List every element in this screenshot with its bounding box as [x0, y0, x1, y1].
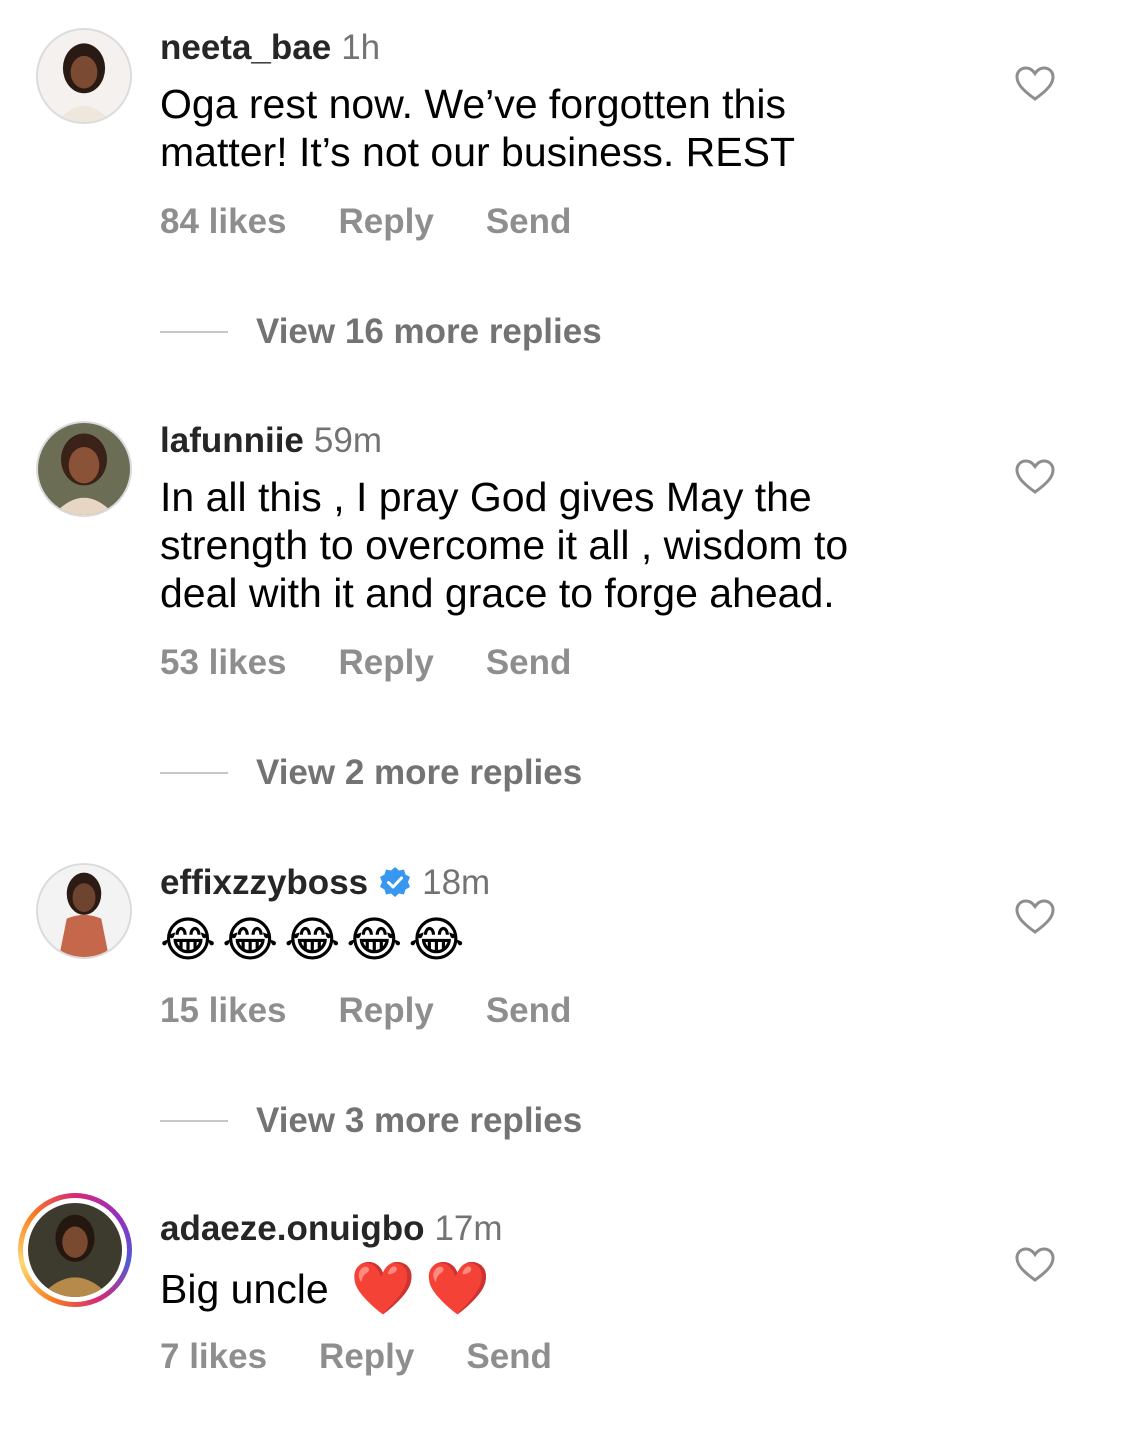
heart-outline-icon[interactable] [1015, 1247, 1055, 1283]
avatar[interactable] [36, 863, 132, 959]
send-button[interactable]: Send [486, 643, 572, 683]
reply-button[interactable]: Reply [319, 1337, 414, 1377]
comments-list: neeta_bae 1h Oga rest now. We’ve forgott… [0, 0, 1125, 1451]
comment-text: Big uncle ❤️ ❤️ [160, 1261, 1020, 1317]
laughing-emoji: 😂 [160, 914, 217, 967]
view-replies-button[interactable]: View 2 more replies [160, 753, 582, 793]
replies-divider [160, 772, 228, 774]
comment-text-line: Oga rest now. We’ve forgotten this [160, 81, 786, 127]
likes-count[interactable]: 15 likes [160, 991, 287, 1031]
timestamp: 18m [422, 863, 491, 902]
comment-text: Oga rest now. We’ve forgotten this matte… [160, 80, 1020, 176]
comment-text-body: Big uncle [160, 1266, 329, 1312]
view-replies-label: View 2 more replies [256, 753, 583, 792]
red-heart-emoji: ❤️ [350, 1260, 416, 1318]
comment-text: 😂 😂 😂 😂 😂 [160, 913, 1020, 969]
likes-count[interactable]: 7 likes [160, 1337, 267, 1377]
comment-actions: 84 likes Reply Send [160, 202, 571, 242]
verified-badge-icon [378, 866, 412, 900]
send-button[interactable]: Send [466, 1337, 552, 1377]
replies-divider [160, 1120, 228, 1122]
username[interactable]: effixzzyboss [160, 863, 368, 903]
comment-header: effixzzyboss 18m [160, 863, 490, 903]
comment-actions: 15 likes Reply Send [160, 991, 571, 1031]
comment-actions: 7 likes Reply Send [160, 1337, 552, 1377]
likes-count[interactable]: 53 likes [160, 643, 287, 683]
comment-text-line: Big uncle ❤️ ❤️ [160, 1261, 1020, 1317]
view-replies-button[interactable]: View 3 more replies [160, 1101, 582, 1141]
reply-button[interactable]: Reply [339, 643, 434, 683]
emoji-row: 😂 😂 😂 😂 😂 [160, 913, 1020, 969]
comment-text-line: strength to overcome it all , wisdom to [160, 522, 849, 568]
comment-text-line: deal with it and grace to forge ahead. [160, 570, 835, 616]
view-replies-label: View 16 more replies [256, 312, 602, 351]
red-heart-emoji: ❤️ [425, 1260, 491, 1318]
avatar[interactable] [36, 421, 132, 517]
timestamp: 17m [434, 1209, 503, 1248]
send-button[interactable]: Send [486, 202, 572, 242]
comment-text-line: matter! It’s not our business. REST [160, 129, 795, 175]
comment-header: lafunniie 59m [160, 421, 382, 461]
likes-count[interactable]: 84 likes [160, 202, 287, 242]
comment-text-line: In all this , I pray God gives May the [160, 474, 812, 520]
avatar[interactable] [36, 28, 132, 124]
heart-outline-icon[interactable] [1015, 66, 1055, 102]
laughing-emoji: 😂 [346, 914, 403, 967]
laughing-emoji: 😂 [222, 914, 279, 967]
username[interactable]: neeta_bae [160, 28, 331, 68]
send-button[interactable]: Send [486, 991, 572, 1031]
timestamp: 59m [313, 421, 382, 460]
view-replies-label: View 3 more replies [256, 1101, 583, 1140]
comment-actions: 53 likes Reply Send [160, 643, 571, 683]
avatar-story-ring[interactable] [18, 1193, 132, 1307]
view-replies-button[interactable]: View 16 more replies [160, 312, 602, 352]
laughing-emoji: 😂 [408, 914, 465, 967]
replies-divider [160, 331, 228, 333]
comment-header: adaeze.onuigbo 17m [160, 1209, 503, 1249]
laughing-emoji: 😂 [284, 914, 341, 967]
username[interactable]: lafunniie [160, 421, 304, 461]
reply-button[interactable]: Reply [339, 202, 434, 242]
username[interactable]: adaeze.onuigbo [160, 1209, 424, 1249]
avatar [28, 1203, 122, 1297]
heart-outline-icon[interactable] [1015, 459, 1055, 495]
comment-header: neeta_bae 1h [160, 28, 380, 68]
reply-button[interactable]: Reply [339, 991, 434, 1031]
heart-outline-icon[interactable] [1015, 899, 1055, 935]
timestamp: 1h [341, 28, 381, 67]
comment-text: In all this , I pray God gives May the s… [160, 473, 1020, 617]
